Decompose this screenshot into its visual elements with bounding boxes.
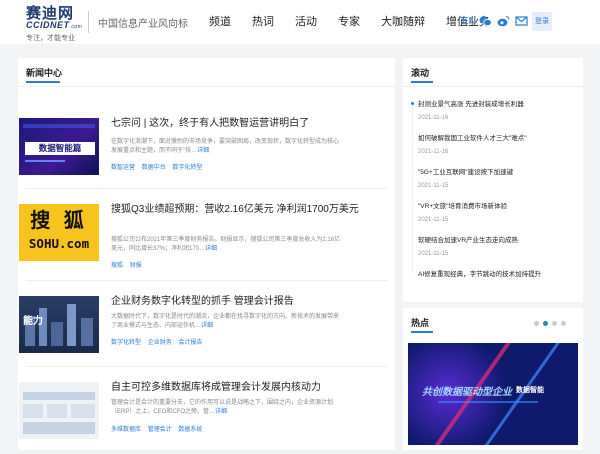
read-more-link[interactable]: 详细 (205, 246, 217, 252)
flash-date: 2021-11-16 (418, 115, 449, 121)
flash-title-rule (403, 86, 583, 87)
article-title[interactable]: 企业财务数字化转型的抓手 管理会计报告 (111, 295, 381, 308)
article-divider (26, 188, 388, 189)
flash-title[interactable]: "VR+文旅"培育消费市场新体验 (418, 200, 507, 210)
article-summary: 搜狐公司公布2021年第三季度财务报告。财报显示，搜狐公司第三季度总收入为2.1… (111, 237, 341, 252)
flash-item[interactable]: 软硬结合加速VR产业生态走向成熟 2021-11-15 (411, 234, 579, 273)
nav-item-hotwords[interactable]: 热词 (252, 15, 274, 29)
nav-item-experts[interactable]: 专家 (338, 15, 360, 29)
article-title[interactable]: 搜狐Q3业绩超预期：营收2.16亿美元 净利润1700万美元 (111, 203, 381, 216)
flash-item[interactable]: 如何破解我国工业软件人才三大"难点" 2021-11-16 (411, 132, 579, 171)
read-more-link[interactable]: 详细 (201, 323, 213, 329)
article-item[interactable]: 搜 狐 SOHU.com 搜狐Q3业绩超预期：营收2.16亿美元 净利润1700… (18, 188, 395, 276)
thumbnail-caption: 数据智能篇 (25, 142, 95, 155)
article-divider (26, 366, 388, 367)
site-slogan: 中国信息产业风向标 (98, 19, 188, 30)
read-more-link[interactable]: 详细 (197, 148, 209, 154)
nav-item-channel[interactable]: 频道 (209, 15, 231, 29)
flash-title[interactable]: 软硬结合加速VR产业生态走向成熟 (418, 234, 518, 244)
flash-date: 2021-11-15 (418, 217, 449, 223)
email-icon[interactable] (515, 15, 528, 27)
hot-section-title: 热点 (411, 318, 430, 328)
flash-date: 2021-11-15 (418, 183, 449, 189)
site-logo[interactable]: 赛迪网 CCIDNET.com 专注，才能专业 (26, 5, 83, 44)
article-summary: 大数据时代下，数字化是时代的潮流，企业都在找寻数字化的方向。新技术的发展带来了商… (111, 314, 340, 329)
flash-title-underline (411, 81, 433, 83)
wechat-icon[interactable] (479, 15, 492, 27)
flash-date: 2021-11-15 (418, 251, 449, 257)
flash-item[interactable]: 封测业景气高涨 先进封装成增长利器 2021-11-16 (411, 98, 579, 137)
language-switch[interactable]: EN (462, 16, 476, 27)
carousel-dot[interactable] (552, 321, 557, 326)
hot-panel: 热点 共创数据驱动型企业 数据智能 (403, 308, 583, 450)
nav-item-events[interactable]: 活动 (295, 15, 317, 29)
banner-headline: 共创数据驱动型企业 (422, 387, 512, 398)
hot-title-underline (411, 331, 433, 333)
tag-link[interactable]: 财报 (130, 263, 142, 269)
tag-link[interactable]: 多维数据库 (111, 427, 141, 433)
carousel-dot[interactable] (534, 321, 539, 326)
tag-link[interactable]: 数据中台 (142, 165, 166, 171)
carousel-dots (534, 321, 570, 326)
article-title[interactable]: 七宗问 | 这次，终于有人把数智运营讲明白了 (111, 117, 381, 130)
tag-link[interactable]: 企业财务 (148, 340, 172, 346)
logo-en: CCIDNET.com (26, 20, 83, 31)
article-item[interactable]: 数据智能篇 七宗问 | 这次，终于有人把数智运营讲明白了 在数字化浪潮下，面对激… (18, 102, 395, 190)
flash-news-panel: 滚动 封测业景气高涨 先进封装成增长利器 2021-11-16 如何破解我国工业… (403, 58, 583, 302)
article-tags: 数字化转型 企业财务 会计报告 (111, 337, 207, 346)
article-thumbnail[interactable]: 搜 狐 SOHU.com (19, 204, 99, 261)
carousel-dot-active[interactable] (543, 321, 548, 326)
news-title-rule (18, 86, 395, 87)
tag-link[interactable]: 搜狐 (111, 263, 123, 269)
thumbnail-caption: 能力 (23, 316, 43, 327)
main-nav: 频道 热词 活动 专家 大咖随辩 增值业务 (209, 15, 490, 29)
flash-item[interactable]: "5G+工业互联网"建设按下加速键 2021-11-15 (411, 166, 579, 205)
article-tags: 多维数据库 管理会计 数据系统 (111, 424, 207, 433)
flash-title[interactable]: 如何破解我国工业软件人才三大"难点" (418, 132, 527, 142)
flash-title[interactable]: 封测业景气高涨 先进封装成增长利器 (418, 98, 524, 108)
tag-link[interactable]: 管理会计 (148, 427, 172, 433)
thumbnail-caption: SOHU.com (28, 236, 90, 251)
news-title-underline (26, 81, 60, 83)
weibo-icon[interactable] (497, 15, 510, 27)
article-item[interactable]: 能力 企业财务数字化转型的抓手 管理会计报告 大数据时代下，数字化是时代的潮流，… (18, 280, 395, 368)
read-more-link[interactable]: 详细 (215, 409, 227, 415)
tag-link[interactable]: 数字化转型 (172, 165, 202, 171)
thumbnail-caption: 搜 狐 (30, 210, 88, 232)
hot-banner-image[interactable]: 共创数据驱动型企业 数据智能 (408, 343, 578, 445)
carousel-dot[interactable] (561, 321, 566, 326)
article-tags: 搜狐 财报 (111, 260, 147, 269)
article-thumbnail[interactable]: 数据智能篇 (19, 118, 99, 175)
logo-tagline: 专注，才能专业 (26, 35, 75, 42)
news-center-panel: 新闻中心 数据智能篇 七宗问 | 这次，终于有人把数智运营讲明白了 在数字化浪潮… (18, 58, 395, 450)
flash-title[interactable]: AI修复重现经典，字节跳动的技术加持提升 (418, 268, 541, 278)
article-summary: 管理会计是会计的重要分支，它的作用可以说是战略之下，围绕之内，企业资源计划（ER… (111, 400, 334, 415)
article-thumbnail[interactable]: 能力 (19, 296, 99, 353)
flash-date: 2021-11-16 (418, 149, 449, 155)
article-thumbnail[interactable] (19, 382, 99, 439)
banner-subtitle: 数据智能 (516, 387, 544, 394)
article-tags: 数智运营 数据中台 数字化转型 (111, 162, 207, 171)
article-title[interactable]: 自主可控多维数据库将成管理会计发展内核动力 (111, 381, 381, 394)
tag-link[interactable]: 数据系统 (178, 427, 202, 433)
tag-link[interactable]: 数字化转型 (111, 340, 141, 346)
timeline-dot (411, 102, 414, 105)
article-summary: 在数字化浪潮下，面对激烈的市场竞争，要突破困局，改变现状，数字化转型成为核心发展… (111, 139, 340, 154)
tag-link[interactable]: 数智运营 (111, 165, 135, 171)
flash-title[interactable]: "5G+工业互联网"建设按下加速键 (418, 166, 513, 176)
flash-item[interactable]: "VR+文旅"培育消费市场新体验 2021-11-15 (411, 200, 579, 239)
header-divider (88, 11, 89, 33)
article-item[interactable]: 自主可控多维数据库将成管理会计发展内核动力 管理会计是会计的重要分支，它的作用可… (18, 366, 395, 454)
nav-item-debate[interactable]: 大咖随辩 (381, 15, 425, 29)
site-header: 赛迪网 CCIDNET.com 专注，才能专业 中国信息产业风向标 频道 热词 … (0, 0, 600, 44)
flash-section-title: 滚动 (411, 68, 430, 78)
article-divider (26, 280, 388, 281)
flash-item[interactable]: AI修复重现经典，字节跳动的技术加持提升 (411, 268, 579, 298)
login-button[interactable]: 登录 (532, 12, 552, 31)
logo-cn: 赛迪网 (26, 5, 75, 22)
news-section-title: 新闻中心 (26, 68, 63, 78)
tag-link[interactable]: 会计报告 (178, 340, 202, 346)
